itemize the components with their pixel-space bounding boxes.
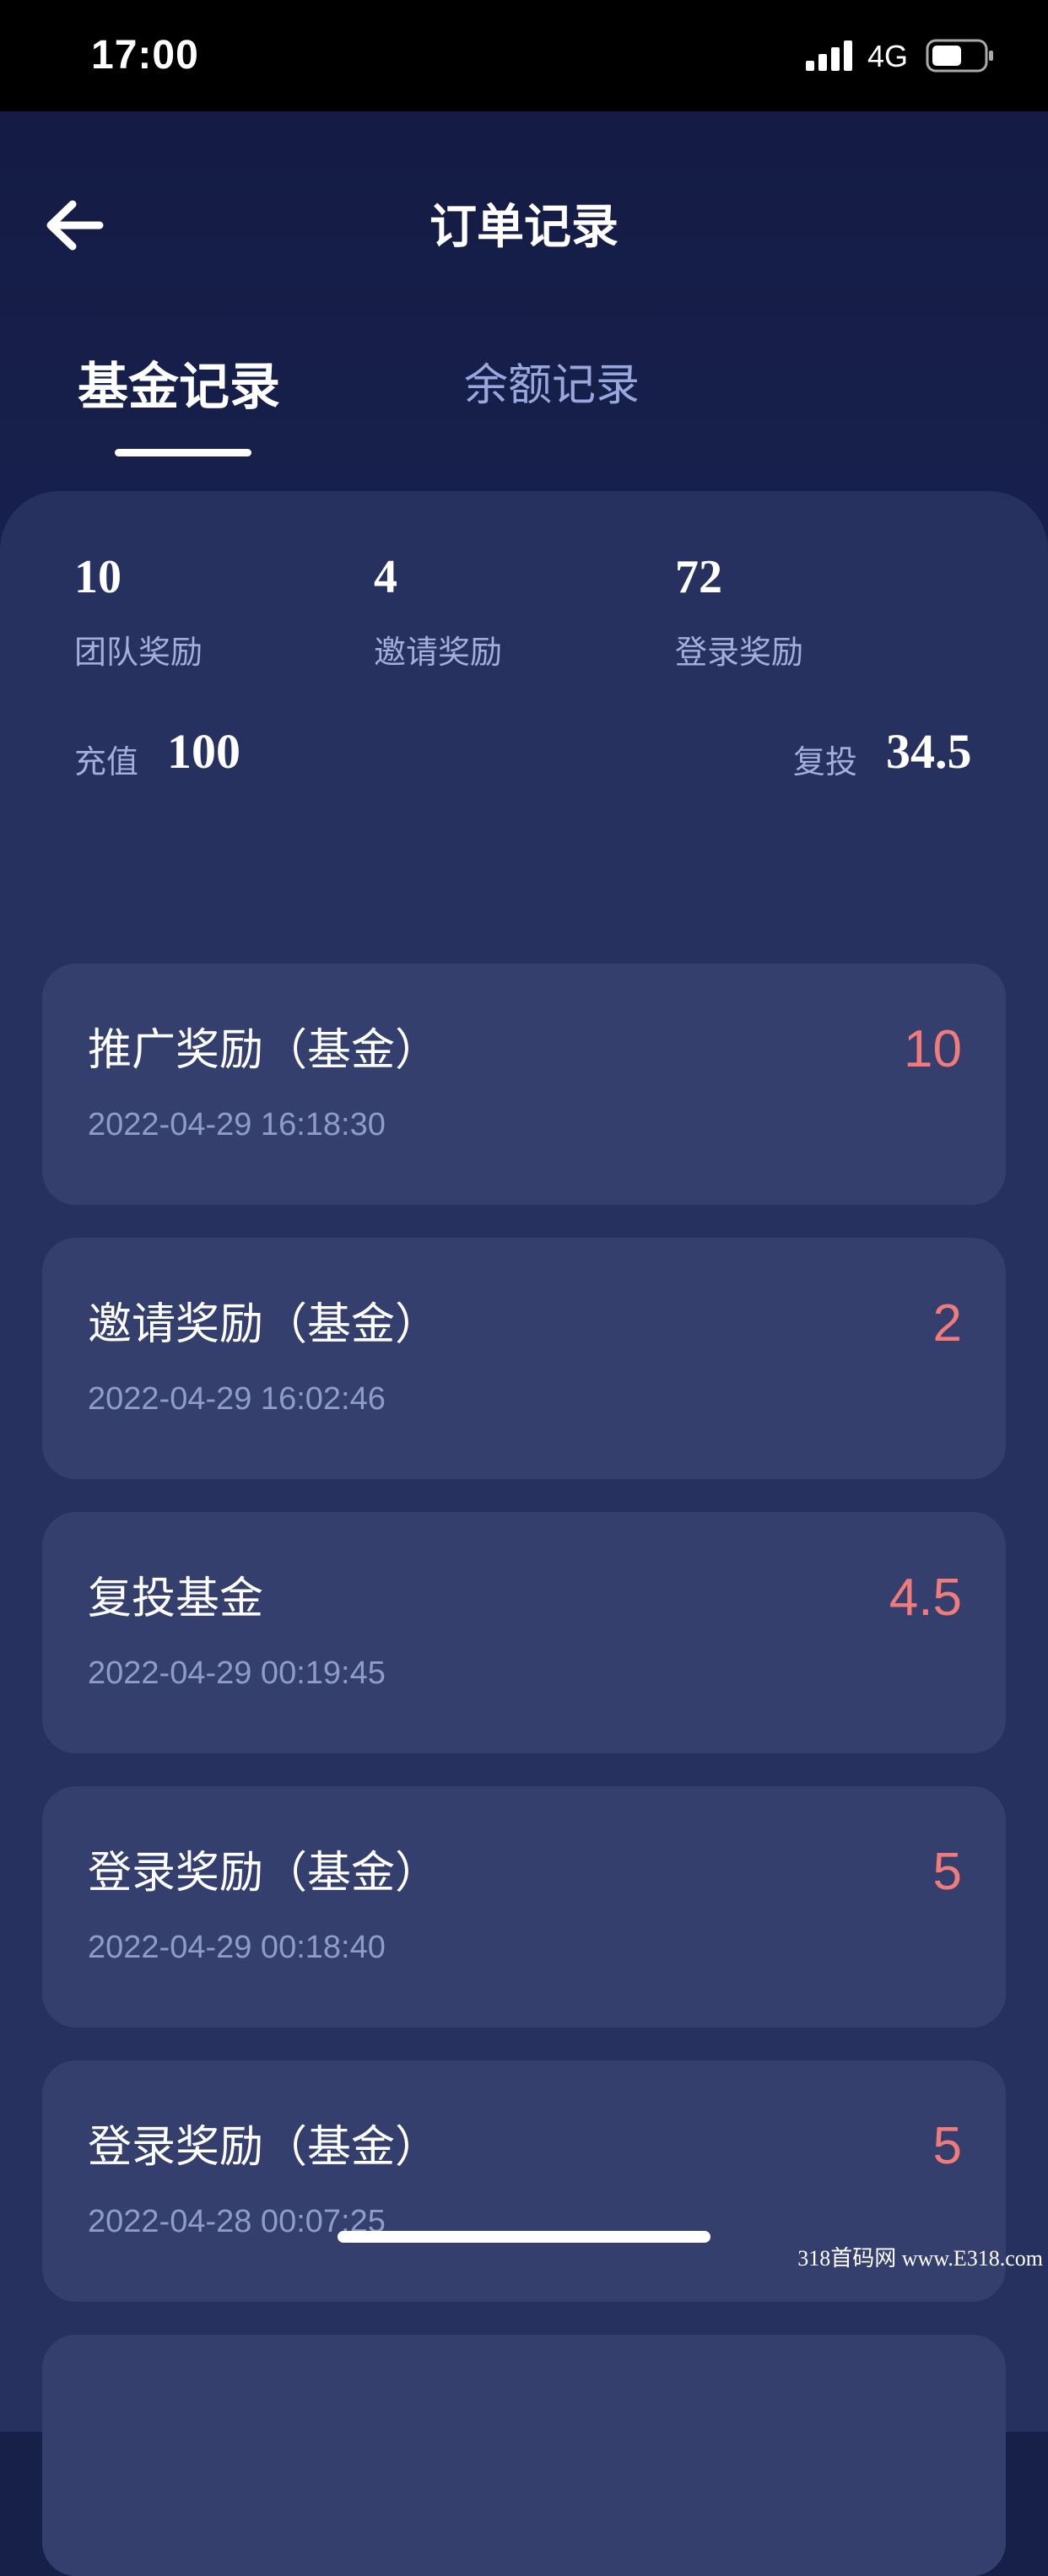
record-amount: 10 bbox=[904, 1020, 962, 1078]
record-amount: 4.5 bbox=[889, 1569, 962, 1627]
record-card[interactable]: 推广奖励（基金） 2022-04-29 16:18:30 10 bbox=[42, 964, 1006, 1205]
reinvest-label: 复投 bbox=[793, 745, 858, 780]
page-title: 订单记录 bbox=[429, 200, 619, 253]
record-title: 邀请奖励（基金） bbox=[88, 1300, 440, 1349]
team-reward-value: 10 bbox=[74, 551, 122, 603]
recharge-value: 100 bbox=[167, 724, 240, 779]
record-card[interactable]: 复投基金 2022-04-29 00:19:45 4.5 bbox=[42, 1512, 1006, 1753]
record-title: 登录奖励（基金） bbox=[88, 2123, 440, 2172]
battery-icon bbox=[926, 39, 993, 73]
record-time: 2022-04-29 00:18:40 bbox=[88, 1930, 386, 1965]
reinvest-value: 34.5 bbox=[886, 724, 972, 779]
invite-reward-label: 邀请奖励 bbox=[374, 635, 503, 671]
invite-reward-value: 4 bbox=[374, 551, 397, 603]
app-screen: 订单记录 基金记录 余额记录 10 团队奖励 4 邀请奖励 72 登录奖励 充值… bbox=[0, 111, 1048, 2576]
active-tab-indicator bbox=[115, 449, 251, 456]
login-reward-label: 登录奖励 bbox=[675, 635, 804, 671]
home-indicator bbox=[338, 2231, 710, 2243]
record-title: 复投基金 bbox=[88, 1574, 264, 1623]
records-panel: 10 团队奖励 4 邀请奖励 72 登录奖励 充值 100 复投 34.5 推广… bbox=[0, 491, 1048, 2576]
record-card[interactable]: 登录奖励（基金） 2022-04-29 00:18:40 5 bbox=[42, 1786, 1006, 2028]
record-title: 登录奖励（基金） bbox=[88, 1849, 440, 1898]
record-time: 2022-04-29 00:19:45 bbox=[88, 1655, 386, 1691]
record-card-partial[interactable] bbox=[42, 2335, 1006, 2576]
tab-balance-records[interactable]: 余额记录 bbox=[464, 349, 640, 413]
record-title: 推广奖励（基金） bbox=[88, 1026, 440, 1075]
team-reward-label: 团队奖励 bbox=[74, 635, 203, 671]
recharge-label: 充值 bbox=[74, 745, 139, 780]
record-time: 2022-04-29 16:18:30 bbox=[88, 1107, 386, 1142]
tab-fund-records[interactable]: 基金记录 bbox=[78, 346, 280, 419]
status-time: 17:00 bbox=[91, 33, 199, 78]
record-amount: 5 bbox=[932, 1843, 962, 1901]
signal-icon bbox=[806, 41, 852, 71]
record-time: 2022-04-29 16:02:46 bbox=[88, 1381, 386, 1417]
record-amount: 5 bbox=[932, 2117, 962, 2175]
network-type: 4G bbox=[867, 39, 909, 73]
record-card[interactable]: 邀请奖励（基金） 2022-04-29 16:02:46 2 bbox=[42, 1238, 1006, 1479]
record-amount: 2 bbox=[932, 1294, 962, 1353]
login-reward-value: 72 bbox=[675, 551, 722, 603]
watermark: 318首码网 www.E318.com bbox=[797, 2246, 1043, 2271]
status-bar: 17:00 4G bbox=[0, 0, 1048, 111]
